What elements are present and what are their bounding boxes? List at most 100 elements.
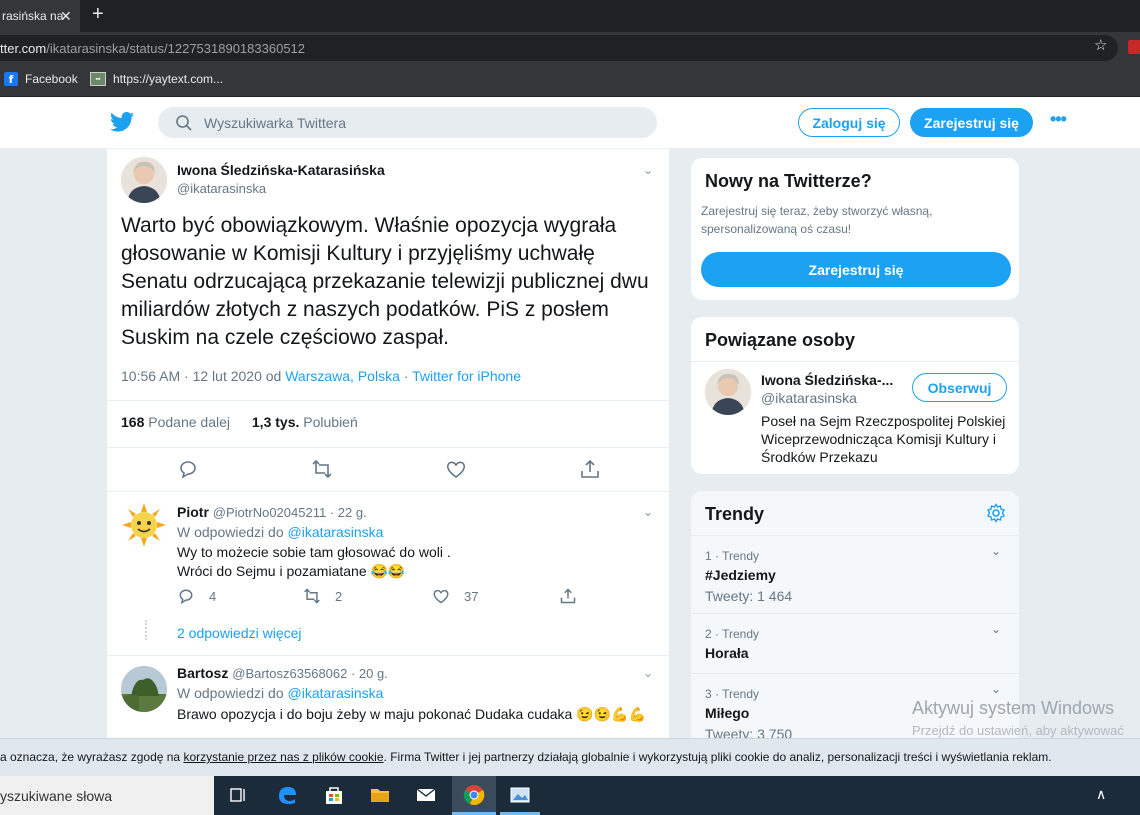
new-card-subtitle: Zarejestruj się teraz, żeby stworzyć wła…	[701, 204, 933, 236]
reply-icon	[179, 589, 193, 605]
reply-author-handle[interactable]: @Bartosz63568062	[232, 666, 347, 681]
mail-icon[interactable]	[414, 783, 438, 807]
bookmark-facebook[interactable]: f Facebook	[4, 72, 78, 86]
url-host: tter.com	[0, 40, 47, 56]
author-name[interactable]: Iwona Śledzińska-Katarasińska	[177, 162, 385, 178]
trend-item[interactable]: 1 · Trendy #Jedziemy Tweety: 1 464 ⌄	[691, 535, 1019, 613]
store-icon[interactable]	[322, 783, 346, 807]
search-input[interactable]	[204, 114, 624, 131]
share-icon[interactable]	[559, 587, 577, 605]
reply-icon[interactable]	[177, 458, 199, 480]
close-tab-icon[interactable]: ✕	[60, 8, 72, 25]
reply-button[interactable]: 4	[177, 587, 216, 605]
new-card-title: Nowy na Twitterze?	[705, 171, 872, 191]
reply-text-line: Wy to możecie sobie tam głosować do woli…	[177, 544, 451, 560]
chevron-down-icon[interactable]: ⌄	[991, 682, 1001, 696]
chevron-down-icon[interactable]: ⌄	[643, 163, 653, 177]
tab-title: rasińska na	[2, 9, 64, 23]
browser-tabstrip: rasińska na ✕ +	[0, 0, 1140, 32]
meta-separator: ·	[399, 368, 413, 384]
related-handle[interactable]: @ikatarasinska	[761, 390, 857, 406]
new-tab-icon[interactable]: +	[92, 3, 104, 26]
tweet-time[interactable]: 10:56 AM · 12 lut 2020 od	[121, 368, 285, 384]
trends-title: Trendy	[705, 504, 765, 524]
tweet-actions	[107, 448, 669, 492]
chevron-down-icon[interactable]: ⌄	[991, 544, 1001, 558]
chevron-down-icon[interactable]: ⌄	[643, 505, 653, 519]
reply-count: 4	[209, 588, 217, 604]
follow-button[interactable]: Obserwuj	[912, 373, 1007, 402]
login-button[interactable]: Zaloguj się	[798, 108, 900, 137]
reply-tweet[interactable]: Piotr @PiotrNo02045211 · 22 g. ⌄ W odpow…	[107, 492, 669, 656]
tweet-text: Warto być obowiązkowym. Właśnie opozycja…	[121, 214, 649, 349]
cookie-suffix: . Firma Twitter i jej partnerzy działają…	[383, 750, 1052, 764]
browser-tab[interactable]: rasińska na ✕	[0, 0, 80, 32]
related-people-card: Powiązane osoby Iwona Śledzińska-... @ik…	[690, 316, 1020, 475]
thread-line	[145, 620, 147, 640]
reply-age[interactable]: · 22 g.	[326, 505, 367, 520]
extension-icon[interactable]	[1128, 40, 1140, 54]
trend-count: Tweety: 1 464	[705, 588, 793, 604]
related-avatar[interactable]	[705, 369, 751, 415]
cookie-prefix: a oznacza, że wyrażasz zgodę na	[0, 750, 184, 764]
tray-chevron-up-icon[interactable]: ∧	[1096, 786, 1106, 803]
in-reply-handle[interactable]: @ikatarasinska	[288, 685, 384, 701]
reply-author-name[interactable]: Bartosz	[177, 665, 228, 681]
task-view-icon[interactable]	[226, 783, 250, 807]
address-bar: tter.com/ikatarasinska/status/1227531890…	[0, 32, 1140, 64]
trend-item[interactable]: 2 · Trendy Horała ⌄	[691, 613, 1019, 673]
share-icon[interactable]	[579, 458, 601, 480]
reply-avatar[interactable]	[121, 666, 167, 712]
like-icon[interactable]	[445, 458, 467, 480]
reply-author-name[interactable]: Piotr	[177, 504, 209, 520]
gear-icon[interactable]	[986, 503, 1006, 523]
retweet-icon[interactable]	[311, 458, 333, 480]
related-card-title: Powiązane osoby	[705, 330, 856, 350]
search-box	[158, 107, 657, 138]
trend-name: Horała	[705, 645, 749, 661]
bookmark-star-icon[interactable]: ☆	[1094, 36, 1107, 54]
likes-label: Polubień	[299, 414, 358, 430]
more-replies-link[interactable]: 2 odpowiedzi więcej	[177, 625, 302, 641]
twitter-bird-icon[interactable]	[110, 112, 134, 132]
reply-author-handle[interactable]: @PiotrNo02045211	[213, 505, 326, 520]
file-explorer-icon[interactable]	[368, 783, 392, 807]
bookmarks-bar: f Facebook ▪▪ https://yaytext.com...	[0, 64, 1140, 97]
reply-header: Bartosz @Bartosz63568062 · 20 g.	[177, 665, 388, 681]
author-handle[interactable]: @ikatarasinska	[177, 181, 266, 196]
chrome-icon[interactable]	[462, 783, 486, 807]
tweet-location[interactable]: Warszawa, Polska	[285, 368, 400, 384]
in-reply-handle[interactable]: @ikatarasinska	[288, 524, 384, 540]
like-count: 37	[464, 588, 479, 604]
tweet-source[interactable]: Twitter for iPhone	[412, 368, 521, 384]
bookmark-yaytext[interactable]: ▪▪ https://yaytext.com...	[90, 72, 223, 86]
reply-text: Brawo opozycja i do boju żeby w maju pok…	[177, 705, 646, 724]
related-name[interactable]: Iwona Śledzińska-...	[761, 372, 893, 388]
url-field[interactable]: tter.com/ikatarasinska/status/1227531890…	[0, 35, 1118, 61]
signup-button[interactable]: Zarejestruj się	[910, 108, 1033, 137]
cookie-policy-link[interactable]: korzystanie przez nas z plików cookie	[183, 750, 383, 764]
cookie-banner: a oznacza, że wyrażasz zgodę na korzysta…	[0, 738, 1140, 776]
author-avatar[interactable]	[121, 157, 167, 203]
sidebar-signup-button[interactable]: Zarejestruj się	[701, 252, 1011, 287]
retweets-stat[interactable]: 168 Podane dalej	[121, 414, 230, 430]
trend-name: Miłego	[705, 705, 750, 721]
trend-name: #Jedziemy	[705, 567, 776, 583]
tweet-column: Iwona Śledzińska-Katarasińska @ikatarasi…	[106, 149, 670, 749]
reply-age[interactable]: · 20 g.	[347, 666, 388, 681]
chevron-down-icon[interactable]: ⌄	[643, 666, 653, 680]
reply-avatar[interactable]	[121, 502, 167, 548]
more-options-icon[interactable]: •••	[1050, 109, 1067, 130]
yaytext-icon: ▪▪	[90, 72, 106, 86]
taskbar-search[interactable]: yszukiwane słowa	[0, 776, 214, 815]
in-reply-to: W odpowiedzi do @ikatarasinska	[177, 685, 383, 701]
chevron-down-icon[interactable]: ⌄	[991, 622, 1001, 636]
reply-tweet[interactable]: Bartosz @Bartosz63568062 · 20 g. ⌄ W odp…	[107, 656, 669, 749]
taskbar-search-text: yszukiwane słowa	[0, 787, 113, 804]
photos-app-icon[interactable]	[508, 783, 532, 807]
like-button[interactable]: 37	[432, 587, 478, 605]
edge-icon[interactable]	[275, 783, 299, 807]
likes-stat[interactable]: 1,3 tys. Polubień	[252, 414, 358, 430]
reply-text-line: Wróci do Sejmu i pozamiatane 😂😂	[177, 563, 406, 579]
retweet-button[interactable]: 2	[303, 587, 342, 605]
